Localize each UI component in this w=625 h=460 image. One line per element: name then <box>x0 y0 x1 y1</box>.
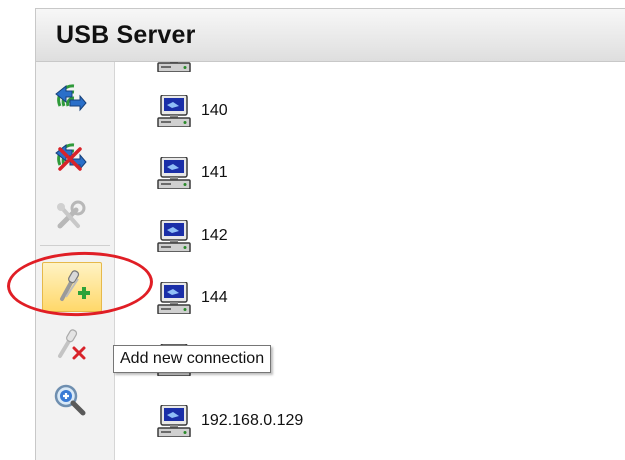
tooltip: Add new connection <box>113 345 272 373</box>
computer-icon <box>157 282 191 314</box>
add-connection-button[interactable] <box>42 262 102 312</box>
connect-network-icon <box>52 80 88 116</box>
remove-connection-icon <box>52 328 88 364</box>
computer-icon <box>157 95 191 127</box>
tree-item-label: 142 <box>201 227 228 244</box>
tree-item-label: 192.168.0.129 <box>201 412 304 429</box>
computer-icon <box>157 157 191 189</box>
tree-item[interactable]: 141 <box>157 153 228 193</box>
window-title: USB Server <box>56 21 196 49</box>
usb-server-window: USB Server 140 141 142 144 192.168.0.129 <box>35 8 625 460</box>
search-button[interactable] <box>48 378 92 422</box>
tree-item[interactable]: 142 <box>157 216 228 256</box>
search-zoom-icon <box>52 382 88 418</box>
disconnect-network-icon <box>52 139 88 175</box>
tree-item[interactable]: 144 <box>157 278 228 318</box>
server-tree: 140 141 142 144 192.168.0.129 <box>115 62 625 460</box>
computer-icon <box>157 62 191 72</box>
title-bar: USB Server <box>36 9 625 62</box>
tree-item-label: 144 <box>201 289 228 306</box>
computer-icon <box>157 405 191 437</box>
tree-item[interactable] <box>157 62 201 76</box>
connect-button[interactable] <box>48 76 92 120</box>
tree-item-label: 141 <box>201 164 228 181</box>
settings-tools-icon <box>52 198 88 234</box>
tree-item[interactable]: 140 <box>157 91 228 131</box>
tree-item-label: 140 <box>201 102 228 119</box>
computer-icon <box>157 220 191 252</box>
tree-item[interactable]: 192.168.0.129 <box>157 401 303 441</box>
vertical-toolbar <box>36 62 115 460</box>
remove-connection-button[interactable] <box>48 324 92 368</box>
disconnect-button[interactable] <box>48 135 92 179</box>
settings-button[interactable] <box>48 194 92 238</box>
add-connection-icon <box>52 269 92 305</box>
toolbar-separator <box>40 245 110 246</box>
